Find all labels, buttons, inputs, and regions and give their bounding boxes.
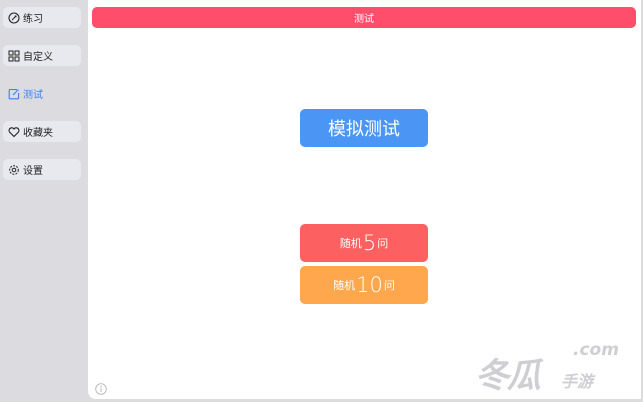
gear-icon [8, 164, 20, 176]
sidebar-item-label: 收藏夹 [23, 128, 53, 139]
watermark-sub: 手游 [561, 372, 594, 391]
random-10-suffix: 问 [383, 279, 395, 292]
random-10-prefix: 随机 [333, 279, 356, 292]
simulated-test-button[interactable]: 模拟测试 [300, 109, 428, 147]
sidebar-item-settings[interactable]: 设置 [3, 159, 81, 180]
sidebar-item-label: 自定义 [23, 52, 53, 63]
random-5-button[interactable]: 随机 5 问 [300, 224, 428, 262]
random-5-suffix: 问 [377, 237, 389, 250]
sidebar: 练习 自定义 测试 收藏夹 设置 [0, 0, 86, 402]
random-5-number: 5 [362, 231, 377, 255]
sidebar-item-label: 练习 [23, 14, 43, 25]
info-icon[interactable] [95, 380, 107, 395]
sidebar-item-custom[interactable]: 自定义 [3, 45, 81, 66]
random-5-prefix: 随机 [339, 237, 362, 250]
sidebar-item-label: 测试 [23, 90, 43, 101]
grid-icon [8, 50, 20, 62]
watermark-domain: .com [573, 340, 619, 360]
sidebar-item-practice[interactable]: 练习 [3, 7, 81, 28]
page-title: 测试 [354, 14, 374, 25]
random-10-button[interactable]: 随机 10 问 [300, 266, 428, 304]
sidebar-item-label: 设置 [23, 166, 43, 177]
watermark-brand: 冬瓜 [475, 356, 541, 396]
compass-icon [8, 11, 20, 24]
heart-icon [8, 126, 20, 138]
edit-icon [8, 88, 20, 100]
random-10-number: 10 [356, 273, 383, 297]
page-title-bar: 测试 [92, 7, 636, 28]
site-watermark: 冬瓜 手游 .com [475, 340, 635, 396]
simulated-test-label: 模拟测试 [328, 119, 400, 140]
sidebar-item-favorites[interactable]: 收藏夹 [3, 121, 81, 142]
sidebar-item-test[interactable]: 测试 [3, 83, 81, 104]
